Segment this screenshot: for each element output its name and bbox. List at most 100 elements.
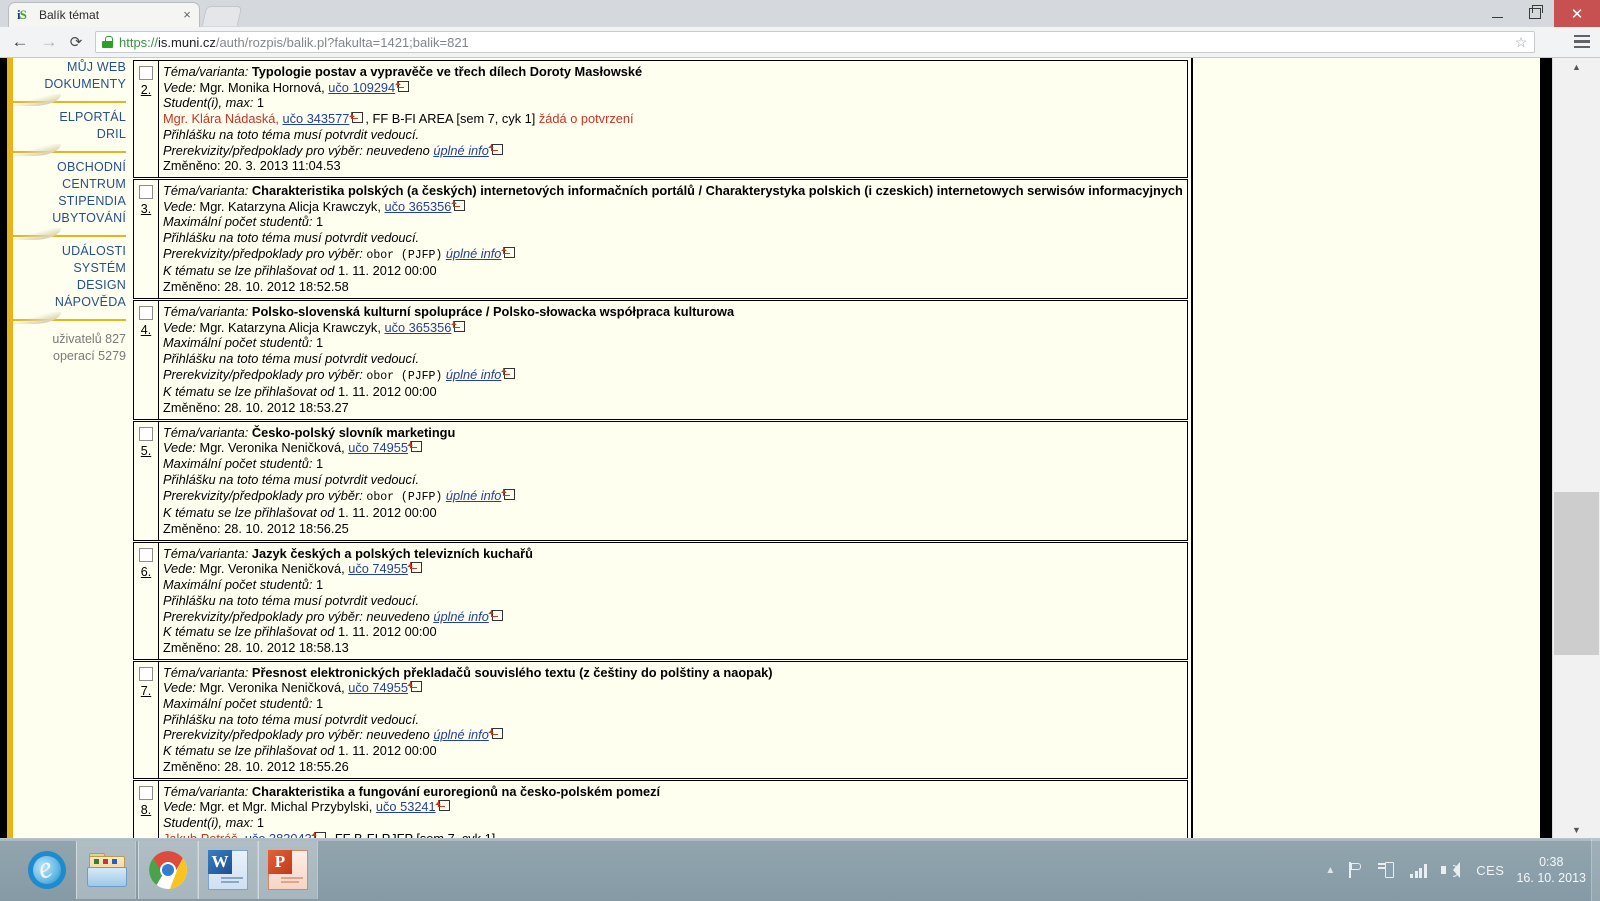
- sidebar-item-elportál[interactable]: ELPORTÁL: [13, 109, 126, 126]
- sidebar-item-dokumenty[interactable]: DOKUMENTY: [13, 76, 126, 93]
- topic-details: Téma/varianta: Typologie postav a vyprav…: [159, 61, 1187, 177]
- minimize-window-button[interactable]: [1478, 0, 1516, 27]
- close-window-button[interactable]: ✕: [1554, 0, 1600, 27]
- full-info-link[interactable]: úplné info: [433, 727, 489, 742]
- full-info-link[interactable]: úplné info: [446, 246, 502, 261]
- sidebar-item-systém[interactable]: SYSTÉM: [13, 260, 126, 277]
- student-uco-link[interactable]: učo 343577: [283, 111, 350, 126]
- topic-checkbox[interactable]: [139, 667, 153, 681]
- sidebar-item-stipendia[interactable]: STIPENDIA: [13, 193, 126, 210]
- sidebar-item-můj-web[interactable]: MŮJ WEB: [13, 59, 126, 76]
- scrollbar-thumb[interactable]: [1554, 492, 1599, 655]
- full-info-link[interactable]: úplné info: [446, 367, 502, 382]
- open-popup-icon[interactable]: [504, 368, 515, 379]
- open-popup-icon[interactable]: [411, 562, 422, 573]
- sidebar-item-dril[interactable]: DRIL: [13, 126, 126, 143]
- scroll-down-arrow-icon[interactable]: ▼: [1553, 821, 1600, 838]
- topic-number[interactable]: 6.: [134, 565, 158, 579]
- supervisor-uco-link[interactable]: učo 74955: [348, 561, 408, 576]
- topic-checkbox[interactable]: [139, 66, 153, 80]
- open-popup-icon[interactable]: [439, 800, 450, 811]
- reload-icon[interactable]: ⟳: [64, 30, 88, 54]
- action-center-flag-icon[interactable]: [1348, 862, 1364, 878]
- supervisor-name: Mgr. Veronika Neničková,: [200, 561, 345, 576]
- taskbar-item-microsoft-powerpoint[interactable]: P: [258, 841, 318, 899]
- topic-number[interactable]: 2.: [134, 83, 158, 97]
- capacity-label: Maximální počet studentů:: [163, 214, 312, 229]
- open-popup-icon[interactable]: [411, 441, 422, 452]
- scroll-up-arrow-icon[interactable]: ▲: [1553, 58, 1600, 75]
- full-info-link[interactable]: úplné info: [433, 609, 489, 624]
- topic-checkbox[interactable]: [139, 786, 153, 800]
- open-popup-icon[interactable]: [454, 200, 465, 211]
- topic-checkbox[interactable]: [139, 306, 153, 320]
- show-hidden-icons-icon[interactable]: ▲: [1325, 865, 1335, 876]
- page-scrollbar[interactable]: ▲ ▼: [1552, 58, 1600, 838]
- topic-checkbox[interactable]: [139, 427, 153, 441]
- topic-row: 4. Téma/varianta: Polsko-slovenská kultur…: [133, 300, 1188, 420]
- topic-number[interactable]: 8.: [134, 803, 158, 817]
- open-popup-icon[interactable]: [352, 112, 363, 123]
- open-popup-icon[interactable]: [492, 610, 503, 621]
- topic-title-row: Téma/varianta: Polsko-slovenská kulturní…: [163, 304, 1187, 320]
- supervisor-uco-link[interactable]: učo 74955: [348, 440, 408, 455]
- topic-title-row: Téma/varianta: Typologie postav a vyprav…: [163, 64, 1187, 80]
- open-popup-icon[interactable]: [492, 144, 503, 155]
- supervisor-uco-link[interactable]: učo 109294: [328, 80, 395, 95]
- open-popup-icon[interactable]: [398, 81, 409, 92]
- open-popup-icon[interactable]: [411, 681, 422, 692]
- open-popup-icon[interactable]: [492, 728, 503, 739]
- maximize-window-button[interactable]: [1516, 0, 1554, 27]
- volume-icon[interactable]: [1441, 862, 1459, 878]
- hamburger-menu-icon[interactable]: [1574, 35, 1590, 48]
- topic-number[interactable]: 3.: [134, 202, 158, 216]
- sidebar-item-centrum[interactable]: CENTRUM: [13, 176, 126, 193]
- show-desktop-button[interactable]: [1591, 839, 1600, 901]
- signal-bars-icon[interactable]: [1409, 863, 1427, 878]
- bookmark-star-icon[interactable]: ☆: [1512, 34, 1530, 51]
- topic-changed-row: Změněno: 28. 10. 2012 18:58.13: [163, 640, 1187, 656]
- topic-title: Charakteristika polských (a českých) int…: [252, 183, 1183, 198]
- taskbar-item-internet-explorer[interactable]: [18, 841, 76, 899]
- open-popup-icon[interactable]: [454, 321, 465, 332]
- topic-row: 6.Téma/varianta: Jazyk českých a polskýc…: [133, 542, 1188, 660]
- sidebar-item-události[interactable]: UDÁLOSTI: [13, 243, 126, 260]
- supervisor-uco-link[interactable]: učo 53241: [376, 799, 436, 814]
- topic-label: Téma/varianta:: [163, 425, 248, 440]
- network-icon[interactable]: [1378, 862, 1395, 879]
- full-info-link[interactable]: úplné info: [446, 488, 502, 503]
- supervisor-uco-link[interactable]: učo 365356: [384, 199, 451, 214]
- open-popup-icon[interactable]: [504, 489, 515, 500]
- topic-number[interactable]: 4.: [134, 323, 158, 337]
- browser-tab-balik-temat[interactable]: iS Balík témat ×: [8, 2, 200, 27]
- sidebar-item-nápověda[interactable]: NÁPOVĚDA: [13, 294, 126, 311]
- sidebar-item-ubytování[interactable]: UBYTOVÁNÍ: [13, 210, 126, 227]
- topic-number[interactable]: 5.: [134, 444, 158, 458]
- open-popup-icon[interactable]: [504, 247, 515, 258]
- topic-checkbox[interactable]: [139, 185, 153, 199]
- topic-checkbox[interactable]: [139, 548, 153, 562]
- sidebar-item-design[interactable]: DESIGN: [13, 277, 126, 294]
- forward-icon[interactable]: →: [37, 30, 61, 54]
- back-icon[interactable]: ←: [8, 30, 32, 54]
- internet-explorer-icon: [23, 846, 71, 894]
- address-bar[interactable]: https://is.muni.cz/auth/rozpis/balik.pl?…: [95, 31, 1535, 53]
- language-indicator[interactable]: CES: [1476, 863, 1504, 878]
- sidebar-item-obchodní[interactable]: OBCHODNÍ: [13, 159, 126, 176]
- topic-capacity-row: Maximální počet studentů: 1: [163, 214, 1187, 230]
- close-tab-icon[interactable]: ×: [179, 8, 195, 22]
- student-uco-link[interactable]: učo 383043: [245, 831, 312, 838]
- supervisor-label: Vede:: [163, 199, 196, 214]
- supervisor-uco-link[interactable]: učo 365356: [384, 320, 451, 335]
- full-info-link[interactable]: úplné info: [433, 143, 489, 158]
- changed-date: 28. 10. 2012 18:52.58: [224, 279, 349, 294]
- supervisor-uco-link[interactable]: učo 74955: [348, 680, 408, 695]
- clock[interactable]: 0:38 16. 10. 2013: [1516, 854, 1586, 886]
- taskbar-item-file-explorer[interactable]: [76, 841, 136, 899]
- topic-title: Typologie postav a vypravěče ve třech dí…: [252, 64, 642, 79]
- new-tab-button[interactable]: [202, 6, 243, 26]
- topic-number[interactable]: 7.: [134, 684, 158, 698]
- taskbar-item-microsoft-word[interactable]: W: [198, 841, 258, 899]
- taskbar-item-google-chrome[interactable]: [138, 841, 198, 899]
- topic-supervisor-row: Vede: Mgr. Katarzyna Alicja Krawczyk, uč…: [163, 199, 1187, 215]
